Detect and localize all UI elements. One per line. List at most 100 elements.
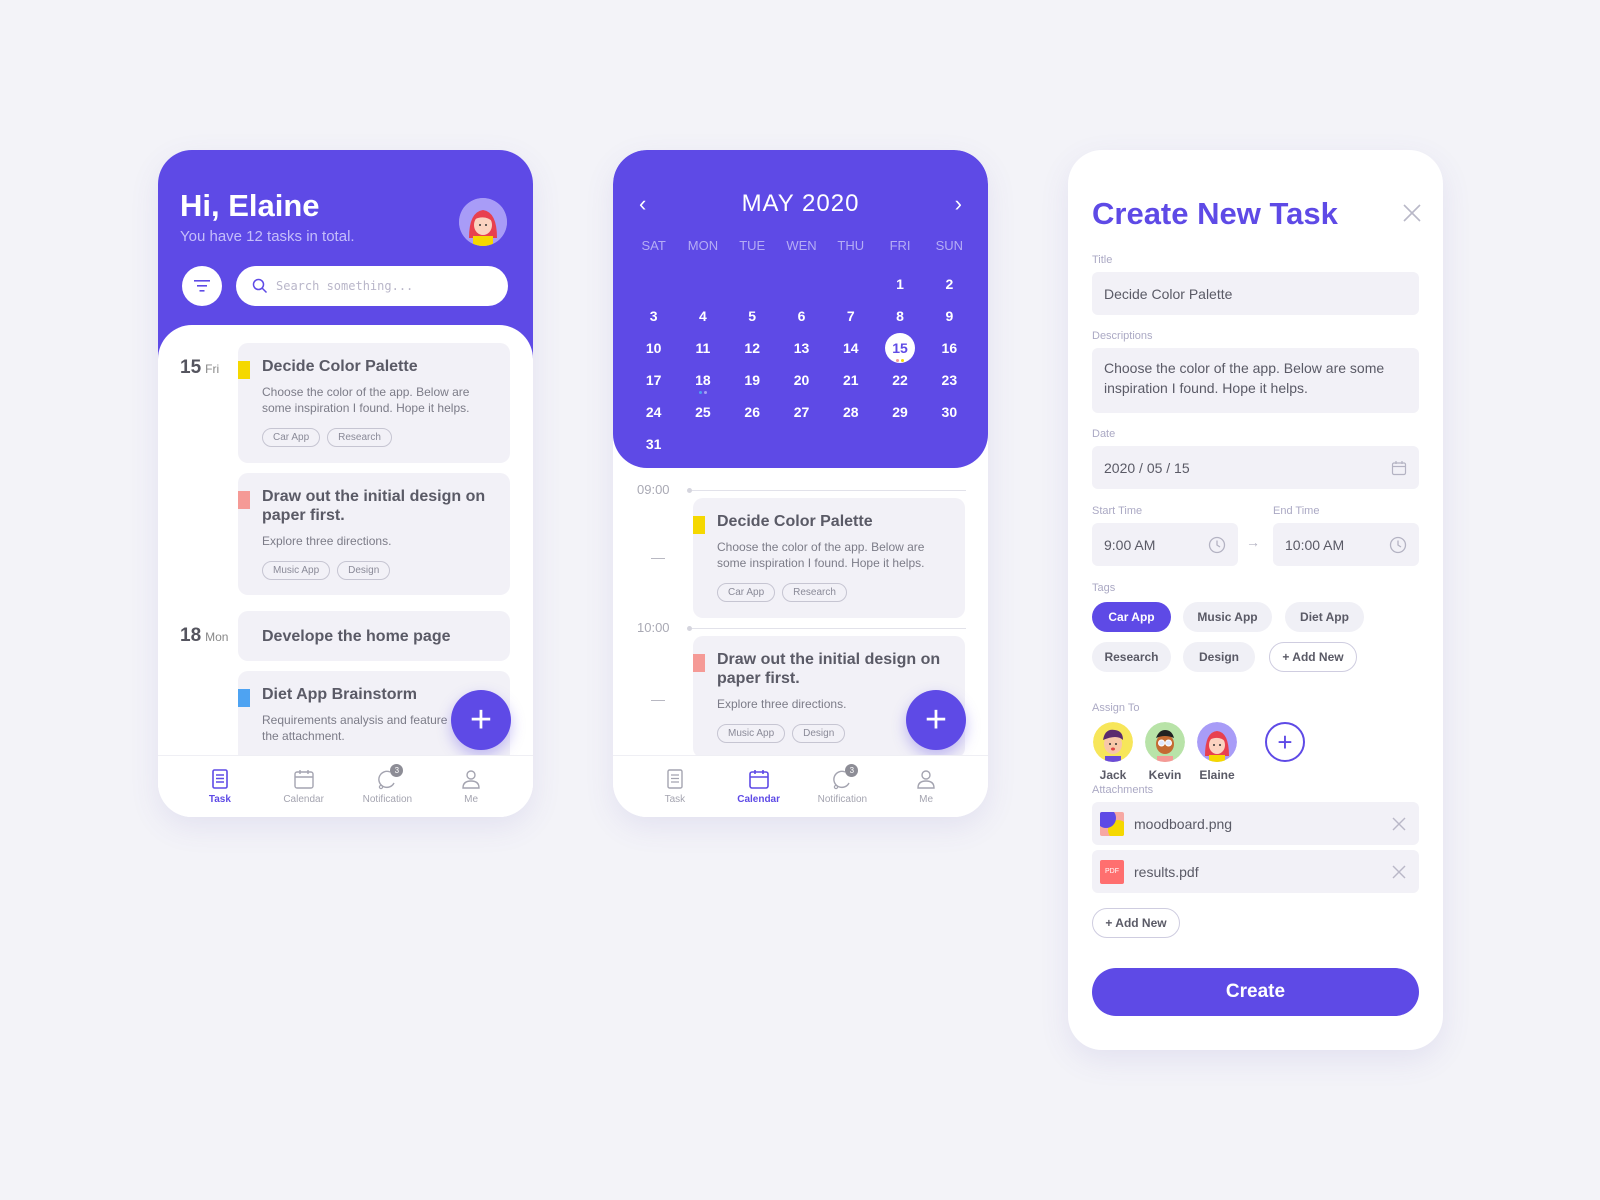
close-icon[interactable] <box>1401 202 1423 224</box>
prev-month-button[interactable]: ‹ <box>639 191 646 217</box>
calendar-day[interactable]: 30 <box>925 396 974 428</box>
calendar-day[interactable]: 28 <box>826 396 875 428</box>
calendar-day[interactable]: 25 <box>678 396 727 428</box>
clock-icon[interactable] <box>1208 536 1226 554</box>
assignee-elaine[interactable]: Elaine <box>1196 722 1238 782</box>
calendar-day[interactable]: 4 <box>678 300 727 332</box>
add-assignee-button[interactable]: + <box>1265 722 1305 762</box>
calendar-day[interactable]: 10 <box>629 332 678 364</box>
calendar-day[interactable]: 14 <box>826 332 875 364</box>
tags-label: Tags <box>1092 582 1116 594</box>
calendar-day[interactable]: 6 <box>777 300 826 332</box>
calendar-day[interactable]: 13 <box>777 332 826 364</box>
attachment-name: results.pdf <box>1134 863 1199 880</box>
calendar-day[interactable]: 21 <box>826 364 875 396</box>
calendar-blank <box>826 268 875 300</box>
descriptions-label: Descriptions <box>1092 330 1153 342</box>
search-input[interactable] <box>276 279 486 293</box>
task-card[interactable]: Decide Color Palette Choose the color of… <box>238 343 510 463</box>
add-attachment-button[interactable]: + Add New <box>1092 908 1180 938</box>
calendar-day[interactable]: 18 <box>678 364 727 396</box>
calendar-day[interactable]: 19 <box>728 364 777 396</box>
calendar-day[interactable]: 20 <box>777 364 826 396</box>
tag-research[interactable]: Research <box>1092 642 1171 672</box>
calendar-day[interactable]: 3 <box>629 300 678 332</box>
tag[interactable]: Music App <box>717 724 786 743</box>
add-task-button[interactable]: + <box>906 690 966 750</box>
tag[interactable]: Music App <box>262 561 331 580</box>
remove-attachment-icon[interactable] <box>1391 816 1407 832</box>
tag[interactable]: Research <box>327 428 392 447</box>
tag[interactable]: Design <box>337 561 391 580</box>
tag-design[interactable]: Design <box>1183 642 1255 672</box>
calendar-day[interactable]: 2 <box>925 268 974 300</box>
add-task-button[interactable]: + <box>451 690 511 750</box>
calendar-day[interactable]: 12 <box>728 332 777 364</box>
start-time-field[interactable]: 9:00 AM <box>1092 523 1238 566</box>
clock-icon[interactable] <box>1389 536 1407 554</box>
tab-calendar[interactable]: Calendar <box>724 756 794 817</box>
tab-task[interactable]: Task <box>185 756 255 817</box>
attachment-item[interactable]: PDF results.pdf <box>1092 850 1419 893</box>
calendar-day[interactable]: 26 <box>728 396 777 428</box>
remove-attachment-icon[interactable] <box>1391 864 1407 880</box>
next-month-button[interactable]: › <box>955 191 962 217</box>
profile-avatar[interactable] <box>459 198 507 246</box>
elaine-avatar-icon <box>1197 722 1237 762</box>
calendar-icon[interactable] <box>1391 460 1407 476</box>
descriptions-field[interactable] <box>1092 348 1419 413</box>
timeline-half-hour <box>651 558 665 559</box>
calendar-day[interactable]: 5 <box>728 300 777 332</box>
calendar-day[interactable]: 1 <box>875 268 924 300</box>
tab-me[interactable]: Me <box>891 756 961 817</box>
end-time-field[interactable]: 10:00 AM <box>1273 523 1419 566</box>
assignee-jack[interactable]: Jack <box>1092 722 1134 782</box>
document-icon <box>212 769 228 789</box>
tab-me[interactable]: Me <box>436 756 506 817</box>
calendar-day[interactable]: 11 <box>678 332 727 364</box>
filter-button[interactable] <box>182 266 222 306</box>
calendar-day[interactable]: 29 <box>875 396 924 428</box>
calendar-day[interactable]: 9 <box>925 300 974 332</box>
color-tag-yellow <box>238 361 250 379</box>
tab-notification[interactable]: 3 Notification <box>807 756 877 817</box>
tag[interactable]: Car App <box>717 583 776 602</box>
task-card[interactable]: Develope the home page <box>238 611 510 661</box>
calendar-day[interactable]: 16 <box>925 332 974 364</box>
assign-to-label: Assign To <box>1092 702 1140 714</box>
search-bar[interactable] <box>236 266 508 306</box>
calendar-day[interactable]: 8 <box>875 300 924 332</box>
add-tag-button[interactable]: + Add New <box>1269 642 1357 672</box>
assignee-kevin[interactable]: Kevin <box>1144 722 1186 782</box>
calendar-day[interactable]: 22 <box>875 364 924 396</box>
task-card[interactable]: Draw out the initial design on paper fir… <box>238 473 510 595</box>
tag-car-app[interactable]: Car App <box>1092 602 1171 632</box>
tag[interactable]: Research <box>782 583 847 602</box>
calendar-day[interactable]: 17 <box>629 364 678 396</box>
calendar-day[interactable]: 7 <box>826 300 875 332</box>
tag[interactable]: Design <box>792 724 846 743</box>
calendar-day[interactable]: 24 <box>629 396 678 428</box>
tag[interactable]: Car App <box>262 428 321 447</box>
tab-notification[interactable]: 3 Notification <box>352 756 422 817</box>
calendar-day[interactable]: 31 <box>629 428 678 460</box>
tab-calendar[interactable]: Calendar <box>269 756 339 817</box>
date-field[interactable]: 2020 / 05 / 15 <box>1092 446 1419 489</box>
title-label: Title <box>1092 254 1113 266</box>
kevin-avatar-icon <box>1145 722 1185 762</box>
attachment-item[interactable]: moodboard.png <box>1092 802 1419 845</box>
descriptions-input[interactable] <box>1104 358 1407 398</box>
calendar-day[interactable]: 23 <box>925 364 974 396</box>
start-time-value: 9:00 AM <box>1104 536 1156 553</box>
event-dots <box>698 391 707 394</box>
tag-diet-app[interactable]: Diet App <box>1285 602 1364 632</box>
task-card[interactable]: Decide Color Palette Choose the color of… <box>693 498 965 618</box>
tag-music-app[interactable]: Music App <box>1183 602 1272 632</box>
create-button[interactable]: Create <box>1092 968 1419 1016</box>
calendar-day[interactable]: 27 <box>777 396 826 428</box>
title-field[interactable] <box>1092 272 1419 315</box>
calendar-day-selected[interactable]: 15 <box>875 332 924 364</box>
tab-task[interactable]: Task <box>640 756 710 817</box>
weekday-label: SAT <box>641 238 666 253</box>
title-input[interactable] <box>1104 285 1407 302</box>
